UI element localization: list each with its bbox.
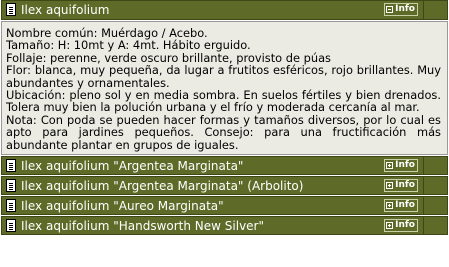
flower-text: Flor: blanca, muy pequeña, da lugar a fr…	[6, 63, 441, 90]
item-title: Ilex aquifolium "Argentea Marginata" (Ar…	[21, 179, 304, 194]
info-label: Info	[395, 4, 415, 14]
document-icon	[6, 159, 16, 173]
list-item-header[interactable]: Ilex aquifolium Info	[1, 0, 448, 20]
expand-icon	[386, 202, 394, 210]
location-text: Ubicación: pleno sol y en media sombra. …	[6, 88, 441, 115]
document-icon	[6, 199, 16, 213]
info-label: Info	[395, 220, 415, 231]
row-end-cell	[423, 157, 447, 175]
info-label: Info	[395, 180, 415, 191]
info-toggle-button[interactable]: Info	[384, 159, 418, 173]
row-end-cell	[423, 217, 447, 235]
row-end-cell	[423, 1, 447, 19]
size-text: Tamaño: H: 10mt y A: 4mt. Hábito erguido…	[6, 38, 251, 53]
item-title: Ilex aquifolium "Argentea Marginata"	[21, 159, 244, 174]
item-title: Ilex aquifolium "Aureo Marginata"	[21, 199, 224, 214]
info-toggle-button[interactable]: Info	[384, 219, 418, 233]
info-toggle-button[interactable]: Info	[384, 3, 418, 16]
detail-panel: Nombre común: Muérdago / Acebo. Tamaño: …	[1, 21, 448, 156]
plant-list: Ilex aquifolium Info Nombre común: Muérd…	[1, 0, 448, 236]
list-item-header[interactable]: Ilex aquifolium "Argentea Marginata" Inf…	[1, 156, 448, 176]
expand-icon	[386, 182, 394, 190]
expand-icon	[386, 162, 394, 170]
list-item-header[interactable]: Ilex aquifolium "Argentea Marginata" (Ar…	[1, 176, 448, 196]
info-toggle-button[interactable]: Info	[384, 179, 418, 193]
document-icon	[6, 3, 16, 16]
expand-icon	[386, 222, 394, 230]
list-item-header[interactable]: Ilex aquifolium "Aureo Marginata" Info	[1, 196, 448, 216]
note-text: Nota: Con poda se pueden hacer formas y …	[6, 112, 441, 152]
row-end-cell	[423, 177, 447, 195]
item-title: Ilex aquifolium	[21, 3, 110, 17]
info-toggle-button[interactable]: Info	[384, 199, 418, 213]
info-label: Info	[395, 160, 415, 171]
list-item-header[interactable]: Ilex aquifolium "Handsworth New Silver" …	[1, 216, 448, 236]
document-icon	[6, 219, 16, 233]
document-icon	[6, 179, 16, 193]
row-end-cell	[423, 197, 447, 215]
info-label: Info	[395, 200, 415, 211]
item-title: Ilex aquifolium "Handsworth New Silver"	[21, 219, 265, 234]
collapse-icon	[386, 6, 394, 13]
